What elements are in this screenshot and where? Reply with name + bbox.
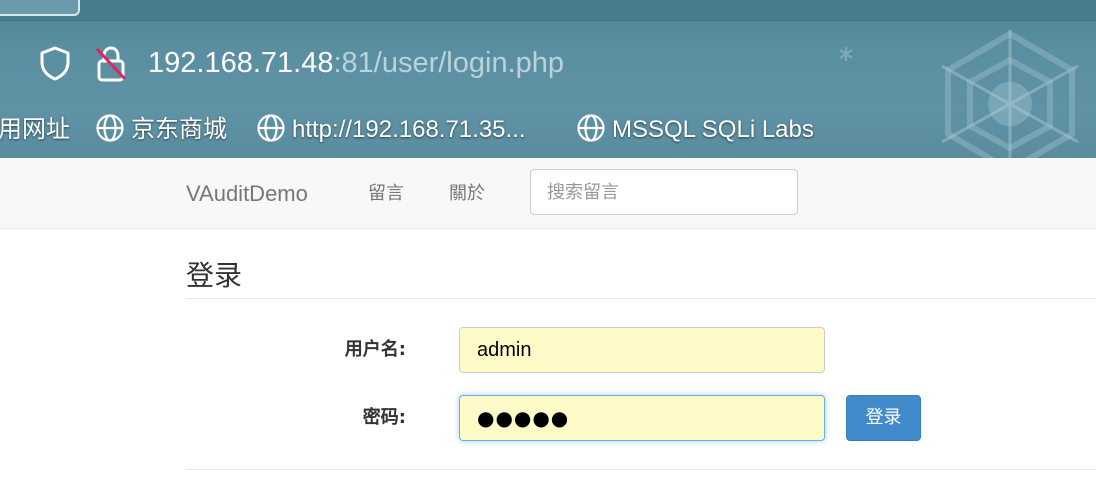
login-button[interactable]: 登录 — [846, 395, 921, 441]
browser-chrome: 192.168.71.48:81/user/login.php 用网址 京东商城 — [0, 0, 1096, 158]
page-title: 登录 — [186, 259, 243, 292]
url-host: 192.168.71.48 — [148, 47, 334, 79]
insecure-lock-icon[interactable] — [94, 45, 128, 83]
page-header: 登录 — [186, 256, 1096, 299]
browser-tab[interactable] — [0, 0, 80, 16]
bookmark-item-common-sites[interactable]: 用网址 — [0, 113, 70, 147]
bookmarks-bar: 用网址 京东商城 http://192.168.71.35... MSSQL S… — [0, 106, 1096, 156]
tab-strip — [0, 0, 1096, 21]
globe-icon — [96, 114, 124, 142]
form-divider — [186, 469, 1096, 470]
url-text[interactable]: 192.168.71.48:81/user/login.php — [148, 45, 564, 81]
address-bar[interactable]: 192.168.71.48:81/user/login.php — [0, 20, 1096, 106]
nav-link-messages[interactable]: 留言 — [368, 178, 404, 210]
password-masked-value: ●●●●● — [477, 406, 570, 430]
globe-icon — [577, 114, 605, 142]
nav-link-about[interactable]: 關於 — [449, 178, 485, 210]
shield-icon[interactable] — [38, 45, 72, 81]
bookmark-label: 京东商城 — [131, 116, 227, 143]
password-label: 密码: — [362, 407, 406, 428]
search-input[interactable] — [530, 169, 798, 215]
bookmark-item-ip-link[interactable]: http://192.168.71.35... — [256, 113, 526, 147]
bookmark-item-jd[interactable]: 京东商城 — [95, 113, 227, 147]
password-field[interactable]: ●●●●● — [459, 395, 825, 441]
bookmark-label: MSSQL SQLi Labs — [612, 116, 814, 143]
bookmark-label: 用网址 — [0, 116, 70, 143]
bookmark-item-mssql-sqli-labs[interactable]: MSSQL SQLi Labs — [576, 113, 814, 147]
brand-link[interactable]: VAuditDemo — [186, 178, 308, 210]
globe-icon — [257, 114, 285, 142]
site-navbar: VAuditDemo 留言 關於 — [0, 158, 1096, 229]
url-path: :81/user/login.php — [333, 47, 565, 79]
bookmark-label: http://192.168.71.35... — [292, 116, 526, 143]
username-label: 用户名: — [344, 339, 406, 360]
username-value: admin — [477, 339, 532, 361]
username-field[interactable]: admin — [459, 327, 825, 373]
